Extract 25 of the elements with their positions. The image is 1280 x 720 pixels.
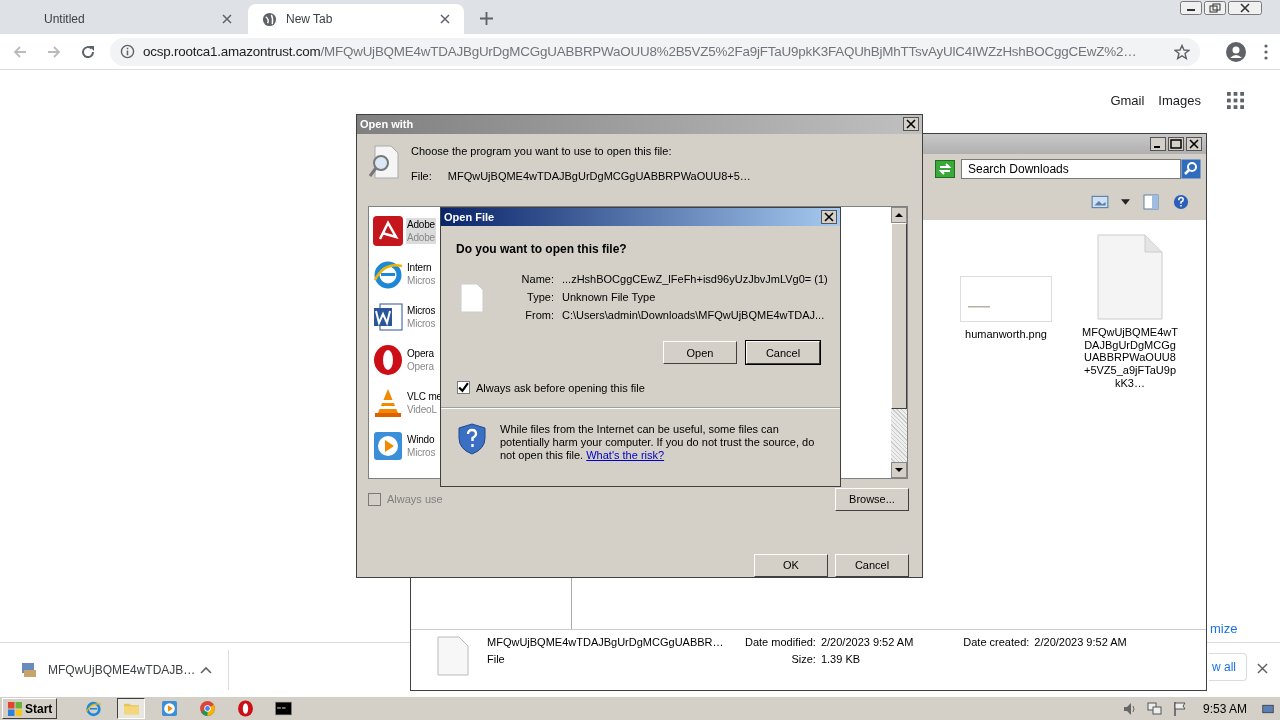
field-value: Unknown File Type [562,291,657,303]
field-label: Type: [526,291,554,303]
detail-label: Date created: [963,636,1030,648]
detail-value: 2/20/2023 9:52 AM [1034,636,1127,648]
clock-text: 9:53 AM [1202,701,1247,716]
file-name: MFQwUjBQME4wTDAJBgUrDgMCGgUABBRPWaOUU8+5… [447,169,751,182]
window-title: Open File [444,211,495,223]
detail-label: Size: [790,653,816,665]
detail-label: Date modified: [745,636,816,648]
field-label: Name: [520,273,554,285]
file-type: File [487,653,506,665]
file-label: File: [411,169,432,182]
window-title: Open with [360,118,414,131]
field-label: From: [524,309,554,321]
checkbox-label: Always ask before opening this file [476,381,645,394]
warning-text: While files from the Internet can be useful, some files can potentially harm your computer. If you do not trust the source, do not open this file. What's the risk? [500,423,816,462]
field-value: C:\Users\admin\Downloads\MFQwUjBQME4wTDAJ... [562,309,826,321]
file-name: MFQwUjBQME4wTDAJBgUrDgMCGgUABBR… [487,636,725,648]
detail-value: 1.39 KB [820,653,862,665]
detail-value: 2/20/2023 9:52 AM [820,636,914,648]
prompt-text: Choose the program you want to use to open this file: [411,144,673,157]
url-text: ocsp.rootca1.amazontrust.com/MFQwUjBQME4wTDAJBgUrDgMCGgUABBRPWaOUU8%2B5VZ5%2Fa9jFTaU9pkK3FAQUhBjMhTTsvAyUlC4IWZzHshBOCggCEwZ%2… [143,44,1138,59]
dialog-question: Do you want to open this file? [455,241,628,256]
checkbox-label: Always use [387,493,443,506]
field-value: ...zHshBOCggCEwZ_lFeFh+isd96yUzJbvJmLVg0= (1) [562,273,828,285]
